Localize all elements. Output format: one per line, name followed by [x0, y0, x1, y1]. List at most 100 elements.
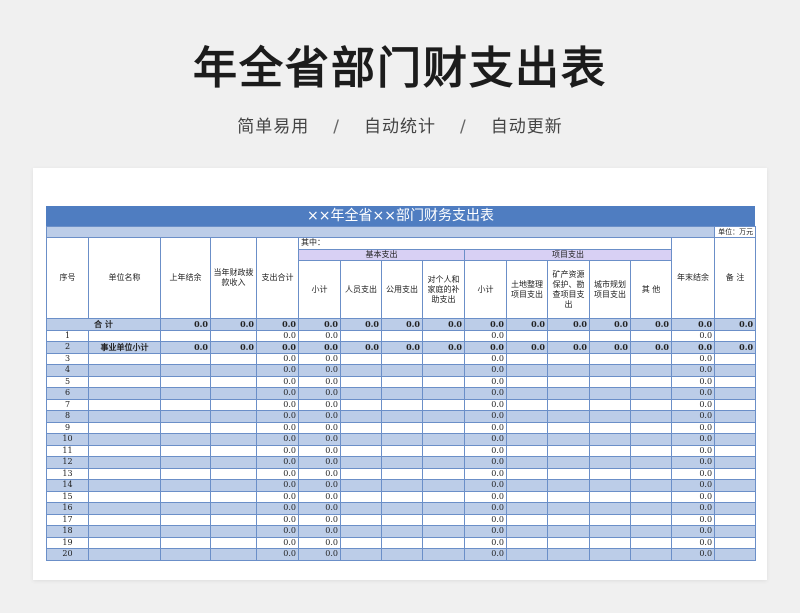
table-cell[interactable]: 0.0: [422, 341, 465, 354]
table-cell[interactable]: [160, 456, 211, 469]
table-cell[interactable]: [714, 398, 757, 411]
table-cell[interactable]: 0.0: [340, 341, 382, 354]
row-year-end[interactable]: 0.0: [670, 398, 716, 411]
row-basic-subtotal[interactable]: 0.0: [298, 410, 341, 423]
table-cell[interactable]: 0.0: [670, 341, 716, 354]
table-cell[interactable]: [381, 502, 423, 515]
row-project-subtotal[interactable]: 0.0: [464, 525, 507, 538]
table-cell[interactable]: [210, 456, 257, 469]
row-year-end[interactable]: 0.0: [670, 375, 716, 388]
table-cell[interactable]: [630, 536, 672, 549]
table-cell[interactable]: [714, 548, 757, 561]
table-cell[interactable]: [381, 444, 423, 457]
row-seq[interactable]: 12: [46, 456, 89, 469]
table-cell[interactable]: [160, 398, 211, 411]
table-cell[interactable]: [547, 548, 590, 561]
table-cell[interactable]: 0.0: [464, 341, 507, 354]
row-seq[interactable]: 17: [46, 513, 89, 526]
row-total[interactable]: 0.0: [256, 502, 299, 515]
table-cell[interactable]: [589, 421, 631, 434]
table-cell[interactable]: [210, 352, 257, 365]
table-cell[interactable]: [160, 467, 211, 480]
table-cell[interactable]: [714, 513, 757, 526]
table-cell[interactable]: [381, 525, 423, 538]
table-cell[interactable]: [340, 398, 382, 411]
table-cell[interactable]: [630, 398, 672, 411]
row-total[interactable]: 0.0: [256, 352, 299, 365]
table-cell[interactable]: 0.0: [714, 341, 757, 354]
table-cell[interactable]: [506, 444, 548, 457]
row-name[interactable]: [88, 548, 161, 561]
row-basic-subtotal[interactable]: 0.0: [298, 364, 341, 377]
row-seq[interactable]: 18: [46, 525, 89, 538]
table-cell[interactable]: [422, 410, 465, 423]
table-cell[interactable]: [714, 479, 757, 492]
total-cell[interactable]: 0.0: [381, 318, 423, 331]
table-cell[interactable]: [381, 375, 423, 388]
table-cell[interactable]: [160, 364, 211, 377]
table-cell[interactable]: 0.0: [506, 341, 548, 354]
table-cell[interactable]: [160, 536, 211, 549]
table-cell[interactable]: [506, 375, 548, 388]
table-cell[interactable]: [589, 398, 631, 411]
table-cell[interactable]: [630, 548, 672, 561]
table-cell[interactable]: [506, 398, 548, 411]
table-cell[interactable]: [506, 536, 548, 549]
table-cell[interactable]: [506, 433, 548, 446]
table-cell[interactable]: [340, 387, 382, 400]
table-cell[interactable]: [210, 421, 257, 434]
table-cell[interactable]: [714, 536, 757, 549]
row-basic-subtotal[interactable]: 0.0: [298, 387, 341, 400]
row-name[interactable]: [88, 467, 161, 480]
row-basic-subtotal[interactable]: 0.0: [298, 502, 341, 515]
row-seq[interactable]: 6: [46, 387, 89, 400]
table-cell[interactable]: [381, 364, 423, 377]
row-name[interactable]: [88, 536, 161, 549]
table-cell[interactable]: [506, 456, 548, 469]
table-cell[interactable]: [506, 548, 548, 561]
table-cell[interactable]: [547, 490, 590, 503]
row-seq[interactable]: 13: [46, 467, 89, 480]
row-name[interactable]: [88, 421, 161, 434]
table-cell[interactable]: [506, 352, 548, 365]
table-cell[interactable]: [547, 433, 590, 446]
table-cell[interactable]: [160, 387, 211, 400]
row-seq[interactable]: 8: [46, 410, 89, 423]
table-cell[interactable]: [714, 352, 757, 365]
table-cell[interactable]: [630, 513, 672, 526]
table-cell[interactable]: [381, 433, 423, 446]
table-cell[interactable]: [630, 525, 672, 538]
table-cell[interactable]: [210, 410, 257, 423]
table-cell[interactable]: [340, 444, 382, 457]
table-cell[interactable]: [422, 525, 465, 538]
table-cell[interactable]: [160, 479, 211, 492]
table-cell[interactable]: [589, 467, 631, 480]
table-cell[interactable]: [160, 525, 211, 538]
row-project-subtotal[interactable]: 0.0: [464, 502, 507, 515]
table-cell[interactable]: [630, 502, 672, 515]
row-name[interactable]: [88, 410, 161, 423]
table-cell[interactable]: [422, 352, 465, 365]
table-cell[interactable]: [340, 536, 382, 549]
table-cell[interactable]: [210, 467, 257, 480]
table-cell[interactable]: [422, 398, 465, 411]
table-cell[interactable]: [381, 329, 423, 342]
row-total[interactable]: 0.0: [256, 410, 299, 423]
table-cell[interactable]: [714, 444, 757, 457]
total-cell[interactable]: 0.0: [630, 318, 672, 331]
table-cell[interactable]: [422, 375, 465, 388]
table-cell[interactable]: [630, 364, 672, 377]
table-cell[interactable]: [422, 421, 465, 434]
row-basic-subtotal[interactable]: 0.0: [298, 433, 341, 446]
row-name[interactable]: [88, 456, 161, 469]
table-cell[interactable]: 0.0: [256, 341, 299, 354]
row-year-end[interactable]: 0.0: [670, 352, 716, 365]
table-cell[interactable]: [547, 456, 590, 469]
table-cell[interactable]: [589, 410, 631, 423]
table-cell[interactable]: [589, 375, 631, 388]
table-cell[interactable]: [340, 329, 382, 342]
table-cell[interactable]: [210, 375, 257, 388]
row-total[interactable]: 0.0: [256, 490, 299, 503]
table-cell[interactable]: [547, 444, 590, 457]
table-cell[interactable]: [547, 410, 590, 423]
